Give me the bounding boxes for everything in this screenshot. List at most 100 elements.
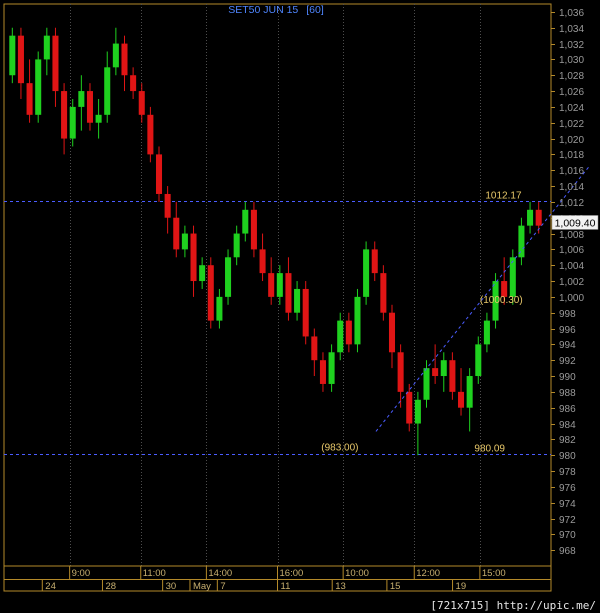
candle-body [440, 360, 447, 377]
candle-body [294, 288, 301, 313]
time-label: 12:00 [416, 568, 440, 579]
candle [147, 106, 154, 163]
candle-body [414, 399, 421, 424]
candle [380, 265, 387, 321]
y-tick-label: 1,004 [559, 261, 584, 272]
y-tick-label: 1,006 [559, 245, 584, 256]
time-label: 9:00 [72, 568, 91, 579]
y-tick-label: 1,012 [559, 198, 584, 209]
current-price-label: 1,009.40 [555, 217, 596, 229]
candle-body [432, 368, 439, 377]
y-tick-label: 978 [559, 467, 576, 478]
candle [9, 27, 16, 84]
candle-body [173, 217, 180, 250]
y-tick-label: 1,014 [559, 182, 584, 193]
candle-body [268, 273, 275, 297]
image-host-badge: [721x715] http://upic.me/ [428, 599, 598, 612]
candle-body [121, 43, 128, 76]
candle-body [17, 35, 24, 84]
symbol-label: SET50 JUN 15 [228, 4, 298, 16]
candle [363, 241, 370, 305]
candle-body [199, 265, 206, 282]
candle-body [233, 233, 240, 258]
candle [302, 281, 309, 345]
date-label: 15 [390, 581, 401, 592]
y-tick-label: 1,002 [559, 277, 584, 288]
candle-body [138, 91, 145, 115]
time-axis: 9:00 11:00 14:00 16:00 10:00 12:00 15:00 24 28 30… [3, 565, 552, 592]
time-label: 10:00 [345, 568, 369, 579]
y-tick-label: 1,016 [559, 166, 584, 177]
interval-label: [60] [306, 4, 324, 16]
y-tick-label: 992 [559, 356, 576, 367]
candle-body [449, 360, 456, 392]
price-level-label: 1012.17 [485, 191, 522, 202]
candle [207, 257, 214, 329]
candle-body [147, 114, 154, 155]
y-tick-label: 988 [559, 388, 576, 399]
y-tick-label: 974 [559, 499, 576, 510]
y-tick-label: 1,032 [559, 40, 584, 51]
y-tick-label: 994 [559, 340, 576, 351]
time-label: 14:00 [208, 568, 232, 579]
candle-body [535, 209, 542, 226]
candle-body [95, 114, 102, 123]
y-tick-label: 972 [559, 515, 576, 526]
candle-body [354, 296, 361, 345]
date-label: 28 [105, 581, 116, 592]
candle-body [319, 360, 326, 384]
candle-body [423, 368, 430, 400]
candle-body [466, 376, 473, 408]
candle-body [527, 209, 534, 226]
candle-body [190, 233, 197, 282]
candle-body [380, 273, 387, 313]
date-label: 11 [281, 581, 291, 592]
candle-body [216, 296, 223, 321]
candle-body [363, 249, 370, 297]
candle-body [250, 209, 257, 250]
y-tick-label: 996 [559, 325, 576, 336]
y-tick-label: 984 [559, 420, 576, 431]
y-tick-label: 1,028 [559, 71, 584, 82]
candle [225, 249, 232, 305]
time-label: 16:00 [280, 568, 304, 579]
y-tick-label: 998 [559, 309, 576, 320]
y-tick-label: 1,022 [559, 119, 584, 130]
y-tick-label: 1,024 [559, 103, 584, 114]
candle-body [406, 391, 413, 424]
date-label: 19 [456, 581, 467, 592]
candle-body [112, 43, 119, 68]
candle-body [483, 320, 490, 345]
y-tick-label: 1,036 [559, 8, 584, 19]
candle-body [181, 233, 188, 250]
candle [250, 201, 257, 258]
y-tick-label: 1,008 [559, 230, 584, 241]
candle-body [86, 91, 93, 123]
price-annotation: (983.00) [321, 442, 358, 453]
y-tick-label: 1,020 [559, 135, 584, 146]
y-tick-label: 1,000 [559, 293, 584, 304]
candle-body [130, 75, 137, 92]
candle-body [509, 257, 516, 297]
candle-body [276, 273, 283, 297]
candle-body [225, 257, 232, 297]
y-tick-label: 970 [559, 530, 576, 541]
y-tick-label: 976 [559, 483, 576, 494]
date-label: 30 [166, 581, 177, 592]
candle-body [43, 35, 50, 60]
y-tick-label: 1,034 [559, 24, 584, 35]
candle-body [311, 336, 318, 361]
time-label: 15:00 [482, 568, 506, 579]
candle-body [242, 209, 249, 234]
candle-body [259, 249, 266, 274]
y-tick-label: 986 [559, 404, 576, 415]
candle-body [9, 35, 16, 76]
candle-body [207, 265, 214, 321]
candle-body [475, 344, 482, 377]
candle-body [458, 391, 465, 408]
date-label: 13 [335, 581, 346, 592]
candle-body [61, 91, 68, 139]
candle-body [285, 273, 292, 313]
candle-body [397, 352, 404, 392]
candlestick-chart: 1012.17 980.09 (983.00) (1000.30) 968 970 97… [0, 0, 600, 613]
